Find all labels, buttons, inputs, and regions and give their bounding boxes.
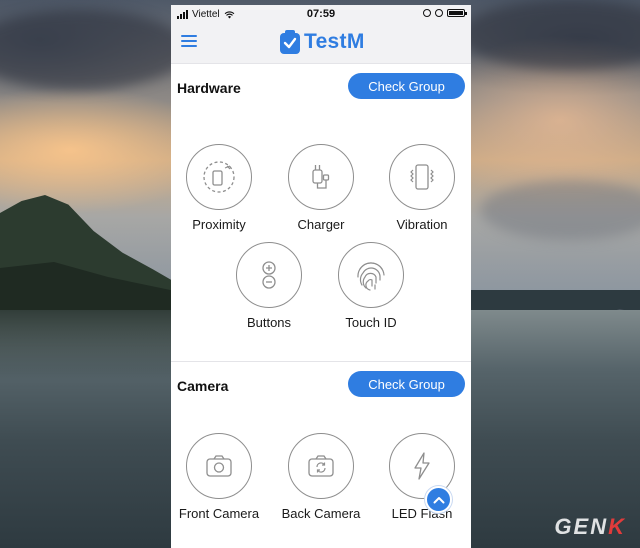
charger-plug-icon — [312, 165, 330, 189]
buttons-test-tile[interactable]: Buttons — [219, 242, 319, 330]
app-title: TestM — [304, 30, 365, 53]
check-group-hardware-button[interactable]: Check Group — [348, 73, 465, 99]
scroll-to-top-button[interactable] — [425, 486, 452, 513]
hardware-section: Hardware Check Group Proximity Charger V… — [171, 64, 471, 361]
buttons-button[interactable] — [236, 242, 302, 308]
app-header: TestM — [171, 25, 471, 64]
plus-minus-buttons-icon — [262, 261, 276, 289]
led-flash-test-tile[interactable]: LED Flash — [372, 433, 471, 521]
section-title-hardware: Hardware — [177, 80, 241, 96]
front-camera-label: Front Camera — [178, 506, 260, 521]
proximity-button[interactable] — [186, 144, 252, 210]
check-group-camera-button[interactable]: Check Group — [348, 371, 465, 397]
section-title-camera: Camera — [177, 378, 229, 394]
touch-id-label: Touch ID — [345, 315, 397, 330]
chevron-up-icon — [433, 496, 444, 503]
proximity-sensor-icon — [203, 161, 235, 193]
status-bar: Viettel 07:59 — [171, 5, 471, 25]
proximity-test-tile[interactable]: Proximity — [171, 144, 269, 232]
led-flash-label: LED Flash — [391, 506, 453, 521]
back-camera-button[interactable] — [288, 433, 354, 499]
lightning-icon — [414, 452, 430, 480]
alarm-icon — [435, 9, 443, 17]
vibration-button[interactable] — [389, 144, 455, 210]
vibrating-phone-icon — [410, 164, 434, 190]
fingerprint-icon — [357, 262, 385, 291]
app-logo: TestM — [279, 29, 365, 55]
charger-label: Charger — [297, 217, 345, 232]
back-camera-test-tile[interactable]: Back Camera — [271, 433, 371, 521]
front-camera-button[interactable] — [186, 433, 252, 499]
genk-watermark-logo: GENK — [554, 514, 626, 539]
menu-button[interactable] — [181, 35, 197, 49]
back-camera-label: Back Camera — [281, 506, 361, 521]
touch-id-test-tile[interactable]: Touch ID — [321, 242, 421, 330]
charger-button[interactable] — [288, 144, 354, 210]
vibration-test-tile[interactable]: Vibration — [372, 144, 471, 232]
camera-section: Camera Check Group Front Camera Back Cam… — [171, 362, 471, 548]
proximity-label: Proximity — [192, 217, 246, 232]
rotation-lock-icon — [423, 9, 431, 17]
front-camera-test-tile[interactable]: Front Camera — [171, 433, 269, 521]
camera-rotate-icon — [308, 455, 334, 477]
phone-screen: Viettel 07:59 TestM Hardware Check Group… — [171, 5, 471, 548]
touch-id-button[interactable] — [338, 242, 404, 308]
camera-icon — [206, 455, 232, 477]
charger-test-tile[interactable]: Charger — [271, 144, 371, 232]
battery-icon — [447, 9, 467, 17]
testm-logo-icon — [280, 30, 300, 54]
vibration-label: Vibration — [396, 217, 448, 232]
buttons-label: Buttons — [246, 315, 292, 330]
